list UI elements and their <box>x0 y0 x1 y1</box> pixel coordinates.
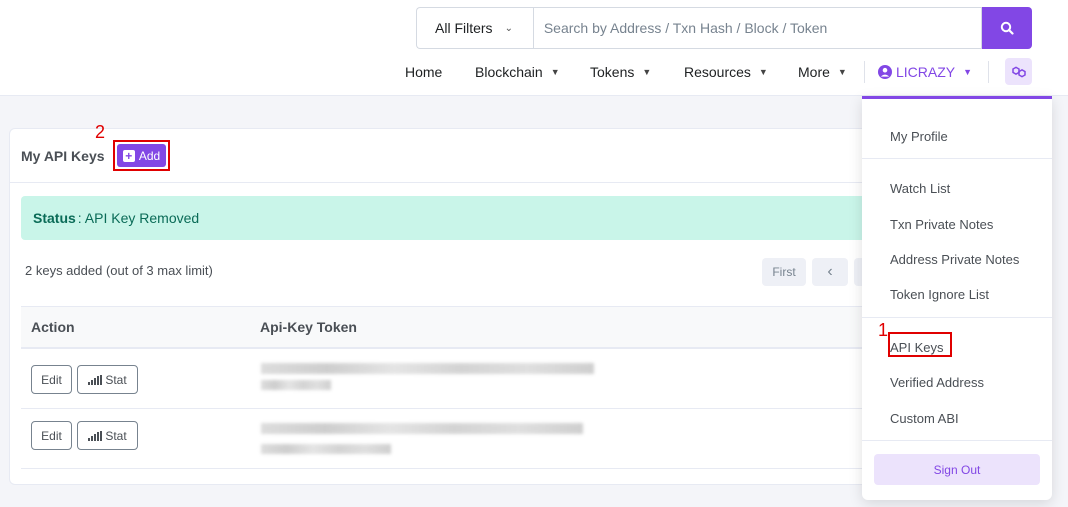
stat-label: Stat <box>105 372 127 387</box>
api-keys-card: My API Keys 2 + Add Status : API Key Rem… <box>9 122 910 485</box>
user-circle-icon <box>878 65 892 79</box>
chevron-down-icon: ▼ <box>963 67 973 77</box>
status-label: Status <box>33 210 76 226</box>
menu-item-token-ignore-list[interactable]: Token Ignore List <box>890 287 989 302</box>
chevron-down-icon: ▼ <box>642 67 652 77</box>
search-button[interactable] <box>982 7 1032 49</box>
stat-button[interactable]: Stat <box>77 421 138 450</box>
menu-item-verified-address[interactable]: Verified Address <box>890 375 984 390</box>
nav-user-label: LICRAZY <box>896 64 956 80</box>
search-bar: All Filters ⌄ <box>416 7 1032 49</box>
plus-icon: + <box>122 149 135 162</box>
signal-bars-icon <box>88 374 103 385</box>
menu-divider <box>862 440 1052 441</box>
menu-item-my-profile[interactable]: My Profile <box>890 129 948 144</box>
annotation-number: 2 <box>95 122 106 142</box>
keys-count-text: 2 keys added (out of 3 max limit) <box>25 263 213 278</box>
chevron-down-icon: ⌄ <box>504 22 513 34</box>
polygon-logo-button[interactable] <box>1005 58 1032 85</box>
menu-item-txn-private-notes[interactable]: Txn Private Notes <box>890 217 993 232</box>
table-row: Edit Stat <box>21 409 910 469</box>
nav-user-menu[interactable]: LICRAZY ▼ <box>878 64 972 80</box>
pager-prev-button[interactable]: ‹ <box>812 258 848 286</box>
search-icon <box>1000 21 1014 35</box>
nav-home[interactable]: Home <box>405 64 442 80</box>
page-title: My API Keys <box>21 147 105 164</box>
table-row: Edit Stat <box>21 349 910 409</box>
redacted-api-key-note <box>261 380 331 390</box>
column-header-action: Action <box>31 319 75 335</box>
user-dropdown-menu: My Profile Watch List Txn Private Notes … <box>862 96 1052 500</box>
nav-divider <box>864 61 865 83</box>
edit-button[interactable]: Edit <box>31 421 72 450</box>
menu-divider <box>862 317 1052 318</box>
sign-out-button[interactable]: Sign Out <box>874 454 1040 485</box>
filter-select-label: All Filters <box>435 20 493 36</box>
add-button-label: Add <box>138 148 161 163</box>
menu-item-api-keys[interactable]: API Keys <box>890 340 943 355</box>
chevron-down-icon: ▼ <box>758 67 768 77</box>
chevron-down-icon: ▼ <box>550 67 560 77</box>
polygon-icon <box>1011 65 1026 78</box>
nav-more-label: More <box>798 64 830 80</box>
annotation-highlight-box: + Add <box>113 140 170 171</box>
signal-bars-icon <box>88 430 103 441</box>
menu-item-address-private-notes[interactable]: Address Private Notes <box>890 252 1019 267</box>
annotation-number: 1 <box>878 320 889 340</box>
menu-divider <box>862 158 1052 159</box>
nav-home-label: Home <box>405 64 443 80</box>
status-message: : API Key Removed <box>77 210 200 226</box>
status-alert: Status : API Key Removed <box>21 196 910 240</box>
stat-button[interactable]: Stat <box>77 365 138 394</box>
chevron-down-icon: ▼ <box>837 67 847 77</box>
column-header-token: Api-Key Token <box>260 319 357 335</box>
add-api-key-button[interactable]: + Add <box>117 144 166 167</box>
menu-item-custom-abi[interactable]: Custom ABI <box>890 411 959 426</box>
edit-button[interactable]: Edit <box>31 365 72 394</box>
nav-resources[interactable]: Resources ▼ <box>684 64 768 80</box>
stat-label: Stat <box>105 428 127 443</box>
top-navbar: All Filters ⌄ Home Blockchain ▼ Tokens ▼… <box>0 0 1068 96</box>
nav-blockchain-label: Blockchain <box>475 64 543 80</box>
main-nav: Home Blockchain ▼ Tokens ▼ Resources ▼ M… <box>0 58 1068 86</box>
search-input[interactable] <box>532 7 983 49</box>
redacted-api-key <box>261 363 594 374</box>
redacted-api-key-note <box>261 444 391 454</box>
filter-select[interactable]: All Filters ⌄ <box>416 7 533 49</box>
nav-divider <box>988 61 989 83</box>
nav-more[interactable]: More ▼ <box>798 64 847 80</box>
nav-tokens[interactable]: Tokens ▼ <box>590 64 651 80</box>
menu-item-watch-list[interactable]: Watch List <box>890 181 950 196</box>
api-keys-table: Action Api-Key Token Edit Stat Edit Stat <box>21 306 910 469</box>
pager-first-button[interactable]: First <box>762 258 806 286</box>
nav-tokens-label: Tokens <box>590 64 635 80</box>
redacted-api-key <box>261 423 583 434</box>
nav-resources-label: Resources <box>684 64 751 80</box>
nav-blockchain[interactable]: Blockchain ▼ <box>475 64 560 80</box>
table-header: Action Api-Key Token <box>21 306 910 349</box>
